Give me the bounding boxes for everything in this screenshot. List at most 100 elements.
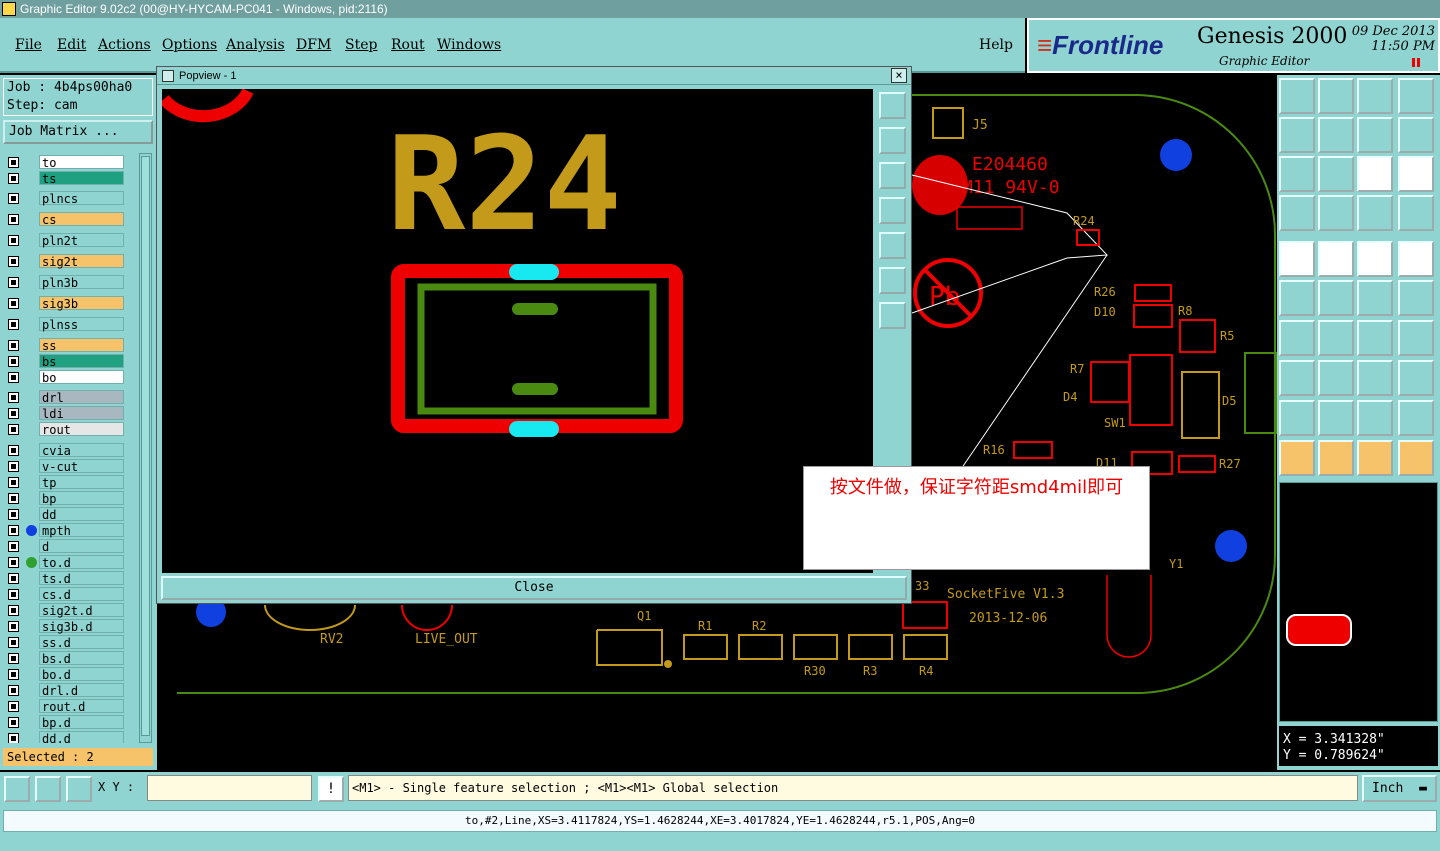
tool-button-icon[interactable] [1357, 78, 1393, 114]
grid-icon[interactable] [66, 776, 92, 802]
layer-row[interactable]: ss [3, 338, 137, 353]
layer-name[interactable]: to [39, 155, 124, 170]
layer-checkbox[interactable] [8, 637, 19, 648]
tool-button-icon[interactable] [1318, 280, 1354, 316]
layer-row[interactable]: sig3b.d [3, 619, 137, 634]
layer-checkbox[interactable] [8, 319, 19, 330]
layer-row[interactable]: cs.d [3, 587, 137, 602]
tool-button-icon[interactable] [1318, 241, 1354, 277]
layer-checkbox[interactable] [8, 509, 19, 520]
layer-row[interactable]: dd [3, 507, 137, 522]
layer-name[interactable]: ss [39, 338, 124, 353]
popview-close-button[interactable]: Close [161, 576, 907, 600]
menu-options[interactable]: Options [162, 37, 217, 53]
layer-name[interactable]: v-cut [39, 459, 124, 474]
layer-name[interactable]: ts [39, 171, 124, 186]
layer-row[interactable]: sig3b [3, 296, 137, 311]
tool-button-icon[interactable] [1398, 400, 1434, 436]
layer-name[interactable]: pln3b [39, 275, 124, 290]
layer-name[interactable]: sig2t.d [39, 603, 124, 618]
layer-name[interactable]: dd.d [39, 731, 124, 743]
layer-row[interactable]: mpth [3, 523, 137, 538]
unit-select[interactable]: Inch ▬ [1362, 775, 1437, 802]
layer-checkbox[interactable] [8, 277, 19, 288]
tool-button-icon[interactable] [1398, 280, 1434, 316]
layer-checkbox[interactable] [8, 541, 19, 552]
layer-checkbox[interactable] [8, 340, 19, 351]
layer-checkbox[interactable] [8, 298, 19, 309]
layer-name[interactable]: sig2t [39, 254, 124, 269]
layer-checkbox[interactable] [8, 605, 19, 616]
tool-button-icon[interactable] [1398, 320, 1434, 356]
xy-input[interactable] [147, 775, 312, 801]
layer-row[interactable]: cs [3, 212, 137, 227]
layer-name[interactable]: cvia [39, 443, 124, 458]
layer-name[interactable]: bo [39, 370, 124, 385]
layer-row[interactable]: tp [3, 475, 137, 490]
pan-right-icon[interactable] [879, 232, 906, 259]
layer-checkbox[interactable] [8, 214, 19, 225]
job-matrix-button[interactable]: Job Matrix ... [3, 120, 153, 144]
layer-name[interactable]: ldi [39, 406, 124, 421]
tool-button-icon[interactable] [1318, 440, 1354, 476]
layer-name[interactable]: tp [39, 475, 124, 490]
tool-button-icon[interactable] [1357, 400, 1393, 436]
tool-button-icon[interactable] [1279, 195, 1315, 231]
tool-button-icon[interactable] [1398, 156, 1434, 192]
layer-row[interactable]: pln2t [3, 233, 137, 248]
layer-checkbox[interactable] [8, 173, 19, 184]
layer-name[interactable]: plncs [39, 191, 124, 206]
tool-button-icon[interactable] [1279, 280, 1315, 316]
menu-windows[interactable]: Windows [437, 37, 501, 53]
layer-name[interactable]: dd [39, 507, 124, 522]
layer-name[interactable]: sig3b.d [39, 619, 124, 634]
tool-button-icon[interactable] [1357, 440, 1393, 476]
menu-edit[interactable]: Edit [57, 37, 86, 53]
layer-name[interactable]: bo.d [39, 667, 124, 682]
layer-row[interactable]: bs [3, 354, 137, 369]
layer-row[interactable]: sig2t.d [3, 603, 137, 618]
pan-up-icon[interactable] [879, 127, 906, 154]
menu-help[interactable]: Help [979, 37, 1013, 53]
zoom-out-icon[interactable] [879, 302, 906, 329]
layer-checkbox[interactable] [8, 157, 19, 168]
tool-button-icon[interactable] [1279, 320, 1315, 356]
tool-button-icon[interactable] [1279, 360, 1315, 396]
layer-name[interactable]: bs [39, 354, 124, 369]
pan-left-icon[interactable] [879, 197, 906, 224]
layer-checkbox[interactable] [8, 653, 19, 664]
menu-rout[interactable]: Rout [391, 37, 425, 53]
layer-row[interactable]: plncs [3, 191, 137, 206]
tool-button-icon[interactable] [1357, 280, 1393, 316]
layer-scrollbar[interactable] [139, 153, 152, 743]
tool-button-icon[interactable] [1398, 195, 1434, 231]
tool-button-icon[interactable] [1398, 440, 1434, 476]
tool-button-icon[interactable] [1318, 360, 1354, 396]
tool-button-icon[interactable] [1318, 400, 1354, 436]
layer-checkbox[interactable] [8, 392, 19, 403]
layer-checkbox[interactable] [8, 461, 19, 472]
zoom-home-icon[interactable] [879, 92, 906, 119]
menu-dfm[interactable]: DFM [296, 37, 331, 53]
layer-checkbox[interactable] [8, 408, 19, 419]
tool-button-icon[interactable] [1357, 360, 1393, 396]
popview-canvas[interactable]: R24 [162, 89, 873, 573]
tool-button-icon[interactable] [1357, 241, 1393, 277]
tool-button-icon[interactable] [1357, 117, 1393, 153]
layer-checkbox[interactable] [8, 235, 19, 246]
layer-row[interactable]: rout [3, 422, 137, 437]
tool-button-icon[interactable] [1357, 320, 1393, 356]
layer-row[interactable]: bp.d [3, 715, 137, 730]
layer-checkbox[interactable] [8, 733, 19, 743]
layer-row[interactable]: ss.d [3, 635, 137, 650]
layer-name[interactable]: drl.d [39, 683, 124, 698]
pan-down-icon[interactable] [879, 162, 906, 189]
layer-checkbox[interactable] [8, 356, 19, 367]
layer-row[interactable]: ts [3, 171, 137, 186]
tool-button-icon[interactable] [1279, 78, 1315, 114]
layer-row[interactable]: drl.d [3, 683, 137, 698]
layer-name[interactable]: drl [39, 390, 124, 405]
layer-row[interactable]: to [3, 155, 137, 170]
layer-checkbox[interactable] [8, 256, 19, 267]
layer-checkbox[interactable] [8, 717, 19, 728]
